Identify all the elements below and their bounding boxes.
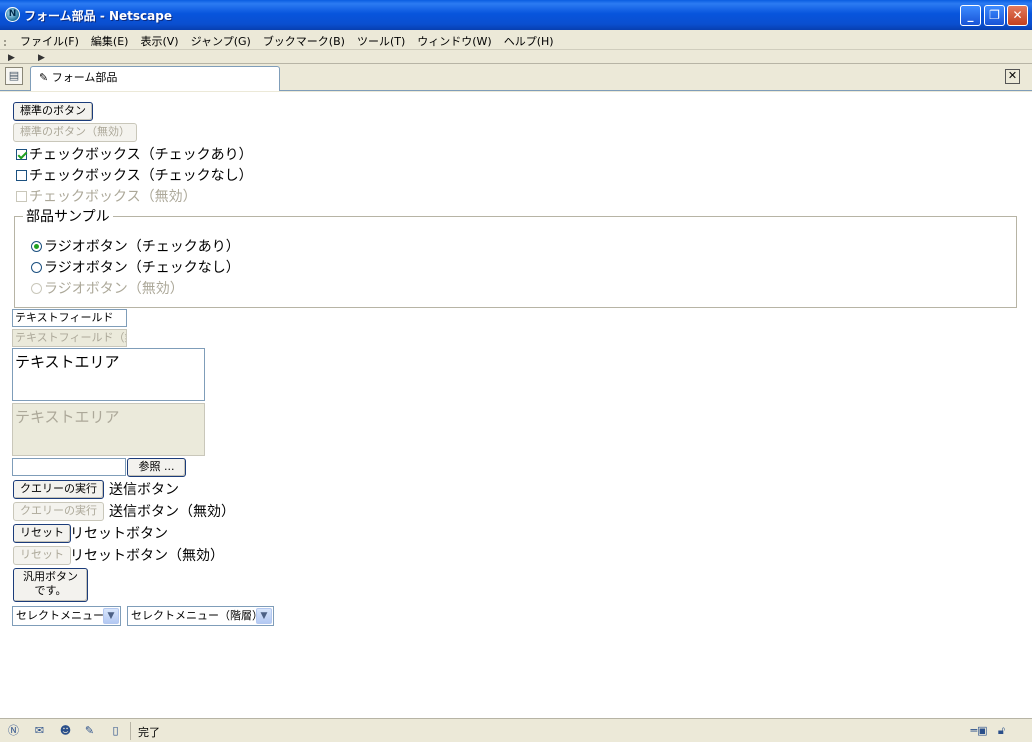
- menu-view[interactable]: 表示(V): [140, 33, 178, 49]
- generic-button[interactable]: 汎用ボタン です。: [13, 568, 88, 602]
- checkbox-checked-label: チェックボックス（チェックあり）: [29, 147, 253, 163]
- radio-unchecked-label: ラジオボタン（チェックなし）: [44, 260, 240, 276]
- standard-button[interactable]: 標準のボタン: [13, 102, 93, 121]
- checkbox-disabled-label: チェックボックス（無効）: [29, 189, 197, 205]
- address-book-icon[interactable]: ▯: [108, 724, 123, 738]
- radio-disabled-label: ラジオボタン（無効）: [44, 281, 184, 297]
- checkbox-checked[interactable]: [16, 149, 27, 160]
- tab-label: フォーム部品: [51, 71, 118, 84]
- submit-label: 送信ボタン: [109, 482, 179, 498]
- reset-label: リセットボタン: [70, 526, 168, 542]
- navigator-icon[interactable]: Ⓝ: [6, 724, 21, 738]
- menu-bar: ファイル(F) 編集(E) 表示(V) ジャンプ(G) ブックマーク(B) ツー…: [0, 30, 1032, 50]
- submit-button-disabled: クエリーの実行: [13, 502, 104, 521]
- netscape-logo-icon: N: [5, 7, 20, 22]
- text-field[interactable]: テキストフィールド: [12, 309, 127, 327]
- submit-disabled-label: 送信ボタン（無効）: [109, 504, 235, 520]
- fieldset-legend: 部品サンプル: [26, 209, 110, 225]
- select-menu-tree[interactable]: セレクトメニュー（階層） ▼: [127, 606, 274, 626]
- menu-file[interactable]: ファイル(F): [20, 33, 79, 49]
- composer-icon[interactable]: ✎: [82, 724, 97, 738]
- security-lock-icon[interactable]: 🔓︎: [994, 724, 1009, 738]
- chevron-down-icon[interactable]: ▼: [103, 608, 119, 624]
- new-tab-icon[interactable]: ▤: [5, 67, 23, 85]
- standard-button-disabled: 標準のボタン（無効）: [13, 123, 137, 142]
- mail-icon[interactable]: ✉: [32, 724, 47, 738]
- tab-bar: ▤ ✎ フォーム部品 ✕: [0, 64, 1032, 91]
- browse-button[interactable]: 参照 ...: [127, 458, 186, 477]
- close-tab-icon[interactable]: ✕: [1005, 69, 1020, 84]
- reset-button-disabled: リセット: [13, 546, 71, 565]
- title-bar[interactable]: N フォーム部品 - Netscape _ ❐ ✕: [0, 0, 1032, 30]
- checkbox-disabled: [16, 191, 27, 202]
- radio-unchecked[interactable]: [31, 262, 42, 273]
- menu-grip-icon: [4, 40, 8, 46]
- select-menu-tree-value: セレクトメニュー（階層）: [131, 609, 263, 622]
- tab-form-parts[interactable]: ✎ フォーム部品: [30, 66, 280, 91]
- page-content: 標準のボタン 標準のボタン（無効） チェックボックス（チェックあり） チェックボ…: [0, 92, 1032, 718]
- radio-checked-label: ラジオボタン（チェックあり）: [44, 239, 240, 255]
- generic-button-line1: 汎用ボタン: [23, 570, 78, 583]
- instant-messenger-icon[interactable]: ☻: [58, 724, 73, 738]
- status-text: 完了: [138, 726, 160, 739]
- expand-toolbar2-icon[interactable]: ▶: [38, 53, 45, 63]
- menu-tools[interactable]: ツール(T): [357, 33, 405, 49]
- text-area[interactable]: テキストエリア: [12, 348, 205, 401]
- chevron-down-icon[interactable]: ▼: [256, 608, 272, 624]
- menu-window[interactable]: ウィンドウ(W): [417, 33, 491, 49]
- menu-help[interactable]: ヘルプ(H): [504, 33, 554, 49]
- status-bar: Ⓝ ✉ ☻ ✎ ▯ 完了 ═▣ 🔓︎: [0, 718, 1032, 742]
- radio-checked[interactable]: [31, 241, 42, 252]
- radio-disabled: [31, 283, 42, 294]
- expand-toolbar-icon[interactable]: ▶: [8, 53, 15, 63]
- close-button[interactable]: ✕: [1007, 5, 1028, 26]
- generic-button-line2: です。: [34, 584, 67, 597]
- checkbox-unchecked[interactable]: [16, 170, 27, 181]
- submit-button[interactable]: クエリーの実行: [13, 480, 104, 499]
- select-menu-value: セレクトメニュー: [16, 609, 104, 622]
- checkbox-unchecked-label: チェックボックス（チェックなし）: [29, 168, 253, 184]
- menu-go[interactable]: ジャンプ(G): [191, 33, 251, 49]
- window-title: フォーム部品 - Netscape: [24, 9, 172, 23]
- reset-disabled-label: リセットボタン（無効）: [70, 548, 224, 564]
- text-area-disabled: テキストエリア: [12, 403, 205, 456]
- reset-button[interactable]: リセット: [13, 524, 71, 543]
- text-field-disabled: テキストフィールド（無効）: [12, 329, 127, 347]
- select-menu[interactable]: セレクトメニュー ▼: [12, 606, 121, 626]
- menu-bookmarks[interactable]: ブックマーク(B): [263, 33, 345, 49]
- restore-button[interactable]: ❐: [984, 5, 1005, 26]
- file-input[interactable]: [12, 458, 126, 476]
- online-status-icon[interactable]: ═▣: [968, 724, 990, 738]
- toolbar-strip: ▶ ▶: [0, 51, 1032, 64]
- minimize-button[interactable]: _: [960, 5, 981, 26]
- menu-edit[interactable]: 編集(E): [91, 33, 129, 49]
- tab-page-icon: ✎: [39, 71, 49, 84]
